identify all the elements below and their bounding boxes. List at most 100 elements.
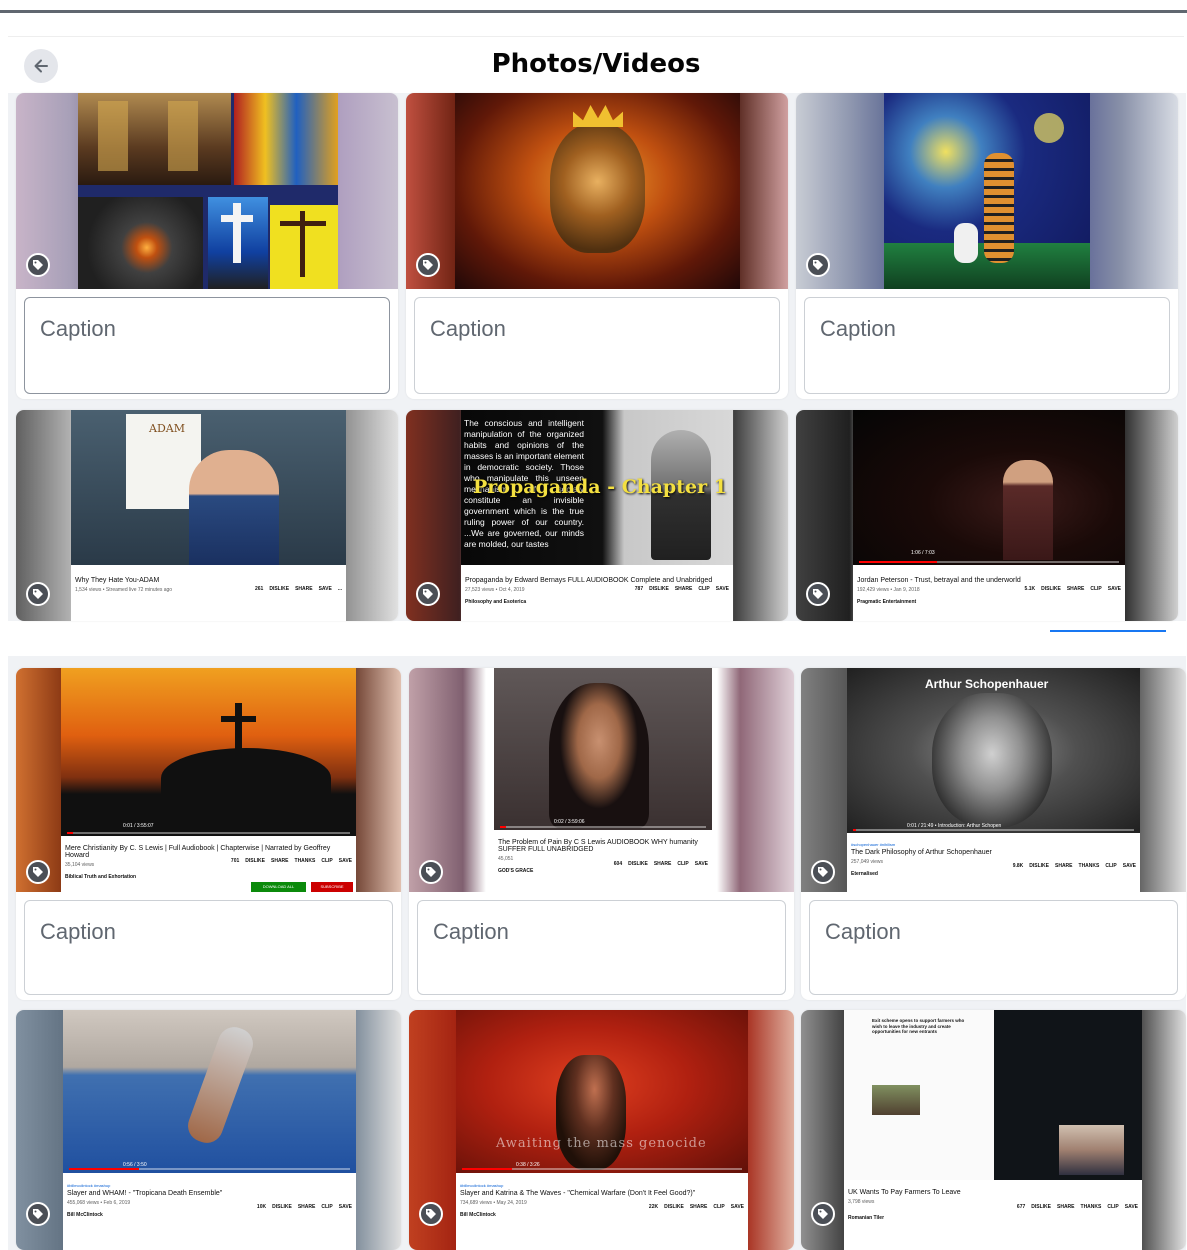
share-button[interactable]: SHARE	[1067, 586, 1085, 592]
clip-button[interactable]: CLIP	[321, 858, 332, 864]
video-hashtags[interactable]: #billmcclintock #mashup	[460, 1183, 744, 1188]
caption-input[interactable]: Caption	[417, 900, 786, 995]
dislike-button[interactable]: DISLIKE	[1041, 586, 1061, 592]
dislike-button[interactable]: DISLIKE	[1029, 863, 1049, 869]
tag-button[interactable]	[419, 860, 443, 884]
video-thumbnail[interactable]: 0:02 / 3:59:06 The Problem of Pain By C …	[409, 668, 794, 892]
photo-thumbnail[interactable]	[406, 93, 788, 289]
share-button[interactable]: SHARE	[298, 1204, 316, 1210]
dislike-button[interactable]: DISLIKE	[269, 586, 289, 592]
video-thumbnail[interactable]: 0:01 / 3:55:07 Mere Christianity By C. S…	[16, 668, 401, 892]
share-button[interactable]: SHARE	[1055, 863, 1073, 869]
like-count[interactable]: 10K	[257, 1204, 266, 1210]
tag-button[interactable]	[806, 253, 830, 277]
tag-button[interactable]	[811, 860, 835, 884]
tag-icon	[813, 260, 823, 270]
media-card: 1:06 / 7:03 Jordan Peterson - Trust, bet…	[796, 410, 1178, 621]
tag-button[interactable]	[26, 253, 50, 277]
dislike-button[interactable]: DISLIKE	[664, 1204, 684, 1210]
like-count[interactable]: 22K	[649, 1204, 658, 1210]
save-button[interactable]: SAVE	[731, 1204, 744, 1210]
save-button[interactable]: SAVE	[1123, 863, 1136, 869]
thanks-button[interactable]: THANKS	[1079, 863, 1100, 869]
video-title: Slayer and Katrina & The Waves - "Chemic…	[460, 1190, 696, 1197]
dislike-button[interactable]: DISLIKE	[649, 586, 669, 592]
media-card: 0:56 / 3:50 #billmcclintock #mashup Slay…	[16, 1010, 401, 1250]
clip-button[interactable]: CLIP	[1090, 586, 1101, 592]
video-hashtags[interactable]: #billmcclintock #mashup	[67, 1183, 352, 1188]
caption-input[interactable]: Caption	[24, 900, 393, 995]
tag-button[interactable]	[26, 860, 50, 884]
video-overlay-title: Awaiting the mass genocide	[496, 1136, 707, 1151]
dislike-button[interactable]: DISLIKE	[245, 858, 265, 864]
share-button[interactable]: SHARE	[654, 861, 672, 867]
dislike-button[interactable]: DISLIKE	[628, 861, 648, 867]
save-button[interactable]: SAVE	[339, 1204, 352, 1210]
share-button[interactable]: SHARE	[271, 858, 289, 864]
like-count[interactable]: 9.8K	[1013, 863, 1024, 869]
media-card: 0:02 / 3:59:06 The Problem of Pain By C …	[409, 668, 794, 1000]
tag-button[interactable]	[416, 253, 440, 277]
thanks-button[interactable]: THANKS	[295, 858, 316, 864]
like-count[interactable]: 5.1K	[1025, 586, 1036, 592]
tag-button[interactable]	[26, 1202, 50, 1226]
clip-button[interactable]: CLIP	[1107, 1204, 1118, 1210]
more-button[interactable]: ...	[338, 586, 342, 592]
caption-input[interactable]: Caption	[809, 900, 1178, 995]
video-thumbnail[interactable]: Awaiting the mass genocide 0:38 / 3:26 #…	[409, 1010, 794, 1250]
photo-thumbnail[interactable]	[16, 93, 398, 289]
save-button[interactable]: SAVE	[695, 861, 708, 867]
video-thumbnail[interactable]: The conscious and intelligent manipulati…	[406, 410, 788, 621]
save-button[interactable]: SAVE	[319, 586, 332, 592]
like-count[interactable]: 701	[231, 858, 239, 864]
caption-input[interactable]: Caption	[24, 297, 390, 394]
media-card: The conscious and intelligent manipulati…	[406, 410, 788, 621]
channel-name: Bill McClintock	[67, 1212, 103, 1218]
like-count[interactable]: 677	[1017, 1204, 1025, 1210]
page-title: Photos/Videos	[491, 49, 701, 79]
tag-button[interactable]	[811, 1202, 835, 1226]
share-button[interactable]: SHARE	[1057, 1204, 1075, 1210]
tag-button[interactable]	[419, 1202, 443, 1226]
tag-button[interactable]	[806, 582, 830, 606]
save-button[interactable]: SAVE	[716, 586, 729, 592]
save-button[interactable]: SAVE	[339, 858, 352, 864]
caption-input[interactable]: Caption	[804, 297, 1170, 394]
clip-button[interactable]: CLIP	[1105, 863, 1116, 869]
dislike-button[interactable]: DISLIKE	[1031, 1204, 1051, 1210]
like-count[interactable]: 604	[614, 861, 622, 867]
share-button[interactable]: SHARE	[690, 1204, 708, 1210]
dislike-button[interactable]: DISLIKE	[272, 1204, 292, 1210]
media-card: Caption	[796, 93, 1178, 399]
video-title: Why They Hate You-ADAM	[75, 577, 160, 584]
tag-icon	[33, 589, 43, 599]
share-button[interactable]: SHARE	[675, 586, 693, 592]
video-thumbnail[interactable]: Exit scheme opens to support farmers who…	[801, 1010, 1186, 1250]
thanks-button[interactable]: THANKS	[1081, 1204, 1102, 1210]
video-title: Jordan Peterson - Trust, betrayal and th…	[857, 577, 1021, 584]
like-count[interactable]: 787	[635, 586, 643, 592]
save-button[interactable]: SAVE	[1125, 1204, 1138, 1210]
subscribe-button[interactable]: SUBSCRIBE	[311, 882, 353, 892]
download-button[interactable]: DOWNLOAD ALL	[251, 882, 306, 892]
video-time: 0:01 / 3:55:07	[123, 823, 154, 829]
clip-button[interactable]: CLIP	[713, 1204, 724, 1210]
media-grid-bottom: 0:01 / 3:55:07 Mere Christianity By C. S…	[8, 656, 1186, 1250]
tag-icon	[426, 1209, 436, 1219]
clip-button[interactable]: CLIP	[698, 586, 709, 592]
caption-input[interactable]: Caption	[414, 297, 780, 394]
video-thumbnail[interactable]: 1:06 / 7:03 Jordan Peterson - Trust, bet…	[796, 410, 1178, 621]
like-count[interactable]: 261	[255, 586, 263, 592]
video-thumbnail[interactable]: 0:56 / 3:50 #billmcclintock #mashup Slay…	[16, 1010, 401, 1250]
video-hashtags[interactable]: #schopenhauer #nihilism	[851, 842, 1136, 847]
video-thumbnail[interactable]: Arthur Schopenhauer 0:01 / 21:49 • Intro…	[801, 668, 1186, 892]
media-card: Caption	[406, 93, 788, 399]
video-thumbnail[interactable]: ADAM Why They Hate You-ADAM 1,534 views …	[16, 410, 398, 621]
clip-button[interactable]: CLIP	[321, 1204, 332, 1210]
save-button[interactable]: SAVE	[1108, 586, 1121, 592]
share-button[interactable]: SHARE	[295, 586, 313, 592]
tag-button[interactable]	[416, 582, 440, 606]
tag-button[interactable]	[26, 582, 50, 606]
clip-button[interactable]: CLIP	[677, 861, 688, 867]
photo-thumbnail[interactable]	[796, 93, 1178, 289]
